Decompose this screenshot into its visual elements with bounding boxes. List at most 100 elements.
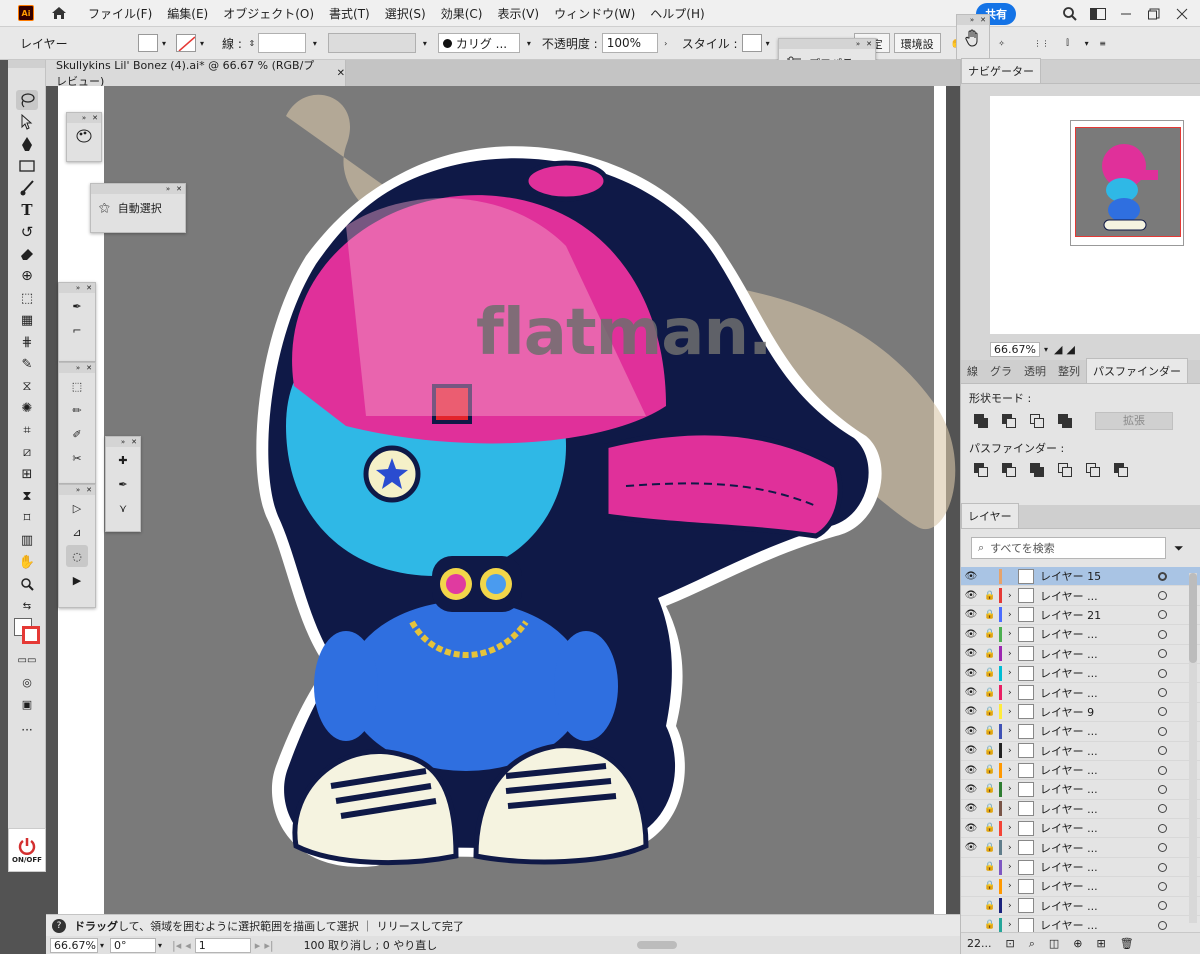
expand-arrow-icon[interactable]: › xyxy=(1008,843,1018,853)
horizontal-scrollbar[interactable] xyxy=(637,941,678,949)
expand-arrow-icon[interactable]: › xyxy=(1008,881,1018,891)
target-icon[interactable] xyxy=(1158,881,1167,891)
close-icon[interactable]: ✕ xyxy=(866,40,872,48)
document-tab[interactable]: Skullykins Lil' Bonez (4).ai* @ 66.67 % … xyxy=(46,59,346,88)
expand-button[interactable]: 拡張 xyxy=(1095,412,1173,430)
opacity-label[interactable]: 不透明度 : xyxy=(542,35,598,52)
close-icon[interactable]: ✕ xyxy=(337,68,345,79)
anchor-point-tool-icon[interactable]: ⌐ xyxy=(66,319,88,341)
chevron-down-icon[interactable]: ▾ xyxy=(416,34,434,52)
layer-name[interactable]: レイヤー ... xyxy=(1040,723,1140,739)
expand-arrow-icon[interactable]: › xyxy=(1008,746,1018,756)
close-icon[interactable]: ✕ xyxy=(86,284,92,292)
layer-row[interactable]: 👁 🔒 › レイヤー ... xyxy=(961,761,1200,781)
brush-tool-icon[interactable] xyxy=(16,178,38,198)
lock-icon[interactable]: 🔒 xyxy=(981,610,999,620)
lock-icon[interactable]: 🔒 xyxy=(981,668,999,678)
lock-icon[interactable]: 🔒 xyxy=(981,765,999,775)
layer-row[interactable]: 👁 🔒 › レイヤー ... xyxy=(961,683,1200,703)
help-icon[interactable]: ? xyxy=(52,918,66,933)
color-mode-icons[interactable]: ▭▭ xyxy=(16,650,38,670)
shape-builder-tool-icon[interactable]: ⊕ xyxy=(16,266,38,286)
eye-icon[interactable]: 👁 xyxy=(961,823,981,834)
more-tools-icon[interactable]: ··· xyxy=(16,720,38,740)
chevron-down-icon[interactable]: ▾ xyxy=(100,941,104,950)
chevron-down-icon[interactable]: ▾ xyxy=(1044,345,1048,354)
preferences-button[interactable]: 環境設 xyxy=(893,33,941,53)
stroke-weight-field[interactable] xyxy=(257,33,306,53)
eyedropper-tool-icon[interactable]: ✎ xyxy=(16,354,38,374)
layer-name[interactable]: レイヤー 9 xyxy=(1040,704,1140,720)
layer-row[interactable]: 🔒 › レイヤー ... xyxy=(961,858,1200,878)
outline-icon[interactable] xyxy=(1085,462,1101,478)
minus-back-icon[interactable] xyxy=(1113,462,1129,478)
collapse-icon[interactable]: » xyxy=(856,40,860,48)
rotate-tool-icon[interactable]: ↺ xyxy=(16,222,38,242)
layer-search-input[interactable]: ⌕ すべてを検索 xyxy=(971,537,1166,559)
expand-arrow-icon[interactable]: › xyxy=(1008,668,1018,678)
chevron-down-icon[interactable]: ▾ xyxy=(306,34,324,52)
menu-item-0[interactable]: ファイル(F) xyxy=(88,5,152,22)
expand-arrow-icon[interactable]: › xyxy=(1008,784,1018,794)
target-icon[interactable] xyxy=(1158,688,1167,698)
new-sublayer-icon[interactable]: ⊕ xyxy=(1073,937,1082,950)
eye-icon[interactable]: 👁 xyxy=(961,571,981,582)
blob-brush-tool-icon[interactable]: ✐ xyxy=(66,423,88,445)
stepper-icon[interactable]: ⇕ xyxy=(246,34,258,52)
target-icon[interactable] xyxy=(1158,804,1167,814)
lasso-icon[interactable]: ◌ xyxy=(66,545,88,567)
eye-icon[interactable]: 👁 xyxy=(961,765,981,776)
target-icon[interactable] xyxy=(1158,649,1167,659)
eye-icon[interactable]: 👁 xyxy=(961,784,981,795)
merge-icon[interactable] xyxy=(1029,462,1045,478)
layer-row[interactable]: 👁 🔒 › レイヤー ... xyxy=(961,780,1200,800)
layer-row[interactable]: 👁 レイヤー 15 xyxy=(961,567,1200,587)
expand-arrow-icon[interactable]: › xyxy=(1008,901,1018,911)
transform-tool-icon[interactable]: ⬚ xyxy=(66,375,88,397)
layer-row[interactable]: 👁 🔒 › レイヤー 9 xyxy=(961,703,1200,723)
delete-anchor-icon[interactable]: ✒ xyxy=(112,473,134,495)
lasso-tool-icon[interactable] xyxy=(16,90,38,110)
lock-icon[interactable]: 🔒 xyxy=(981,726,999,736)
layers-scroll-thumb[interactable] xyxy=(1189,573,1197,663)
layer-name[interactable]: レイヤー ... xyxy=(1040,859,1140,875)
menu-item-5[interactable]: 効果(C) xyxy=(441,5,483,22)
home-icon[interactable] xyxy=(48,2,70,24)
palette-icon[interactable] xyxy=(73,125,95,147)
prev-artboard-icon[interactable]: ◂ xyxy=(185,939,191,952)
layer-name[interactable]: レイヤー ... xyxy=(1040,685,1140,701)
menu-item-1[interactable]: 編集(E) xyxy=(167,5,208,22)
navigator-zoom-field[interactable]: 66.67% xyxy=(990,341,1040,357)
crop-tool-icon[interactable]: ⌑ xyxy=(16,508,38,528)
add-anchor-icon[interactable]: ✚ xyxy=(112,449,134,471)
trim-icon[interactable] xyxy=(1001,462,1017,478)
lock-icon[interactable]: 🔒 xyxy=(981,920,999,930)
close-icon[interactable]: ✕ xyxy=(92,114,98,122)
group-select-icon[interactable]: ⊿ xyxy=(66,521,88,543)
type-tool-icon[interactable]: T xyxy=(16,200,38,220)
chevron-right-icon[interactable]: › xyxy=(658,34,674,52)
chevron-down-icon[interactable]: ▾ xyxy=(196,34,208,52)
collapse-icon[interactable]: » xyxy=(76,486,80,494)
expand-arrow-icon[interactable]: › xyxy=(1008,649,1018,659)
fill-stroke-widget[interactable] xyxy=(14,618,40,644)
zoom-field[interactable]: 66.67% xyxy=(50,937,98,953)
lock-icon[interactable]: 🔒 xyxy=(981,649,999,659)
locate-object-icon[interactable]: ⌕ xyxy=(1029,937,1035,951)
tab-panel-3[interactable]: 整列 xyxy=(1052,359,1086,383)
close-window-icon[interactable] xyxy=(1172,5,1192,23)
rectangle-tool-icon[interactable] xyxy=(16,156,38,176)
collapse-icon[interactable]: » xyxy=(76,364,80,372)
pen-tool-icon[interactable] xyxy=(16,134,38,154)
gradient-tool-icon[interactable]: ▦ xyxy=(16,310,38,330)
search-icon[interactable] xyxy=(1060,5,1080,23)
direct-select-icon[interactable]: ▷ xyxy=(66,497,88,519)
menu-item-4[interactable]: 選択(S) xyxy=(385,5,426,22)
menu-item-2[interactable]: オブジェクト(O) xyxy=(223,5,314,22)
pencil-tool-icon[interactable]: ✏ xyxy=(66,399,88,421)
menu-item-3[interactable]: 書式(T) xyxy=(329,5,370,22)
artboard-field[interactable]: 1 xyxy=(194,937,251,953)
layer-name[interactable]: レイヤー ... xyxy=(1040,781,1140,797)
layer-name[interactable]: レイヤー ... xyxy=(1040,743,1140,759)
lock-icon[interactable]: 🔒 xyxy=(981,881,999,891)
